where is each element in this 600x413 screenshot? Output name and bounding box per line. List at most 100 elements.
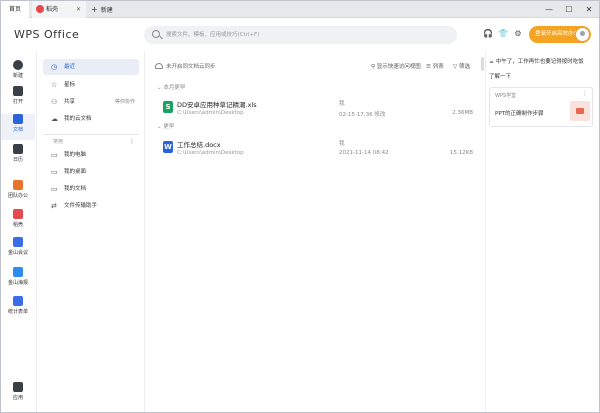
more-icon[interactable]: ⋮ — [127, 137, 137, 147]
rail-item-meeting[interactable]: 金山会议 — [1, 237, 35, 263]
tab-home-label: 首页 — [8, 6, 21, 13]
file-row[interactable]: W 工作总结.docx C:\Users\admin\Desktop 我 202… — [163, 139, 473, 165]
nav-divider-vertical — [144, 51, 145, 412]
nav-item-transfer[interactable]: ⇄ 文件传输助手 — [43, 198, 139, 214]
cloud-icon — [155, 63, 163, 69]
poster-icon — [13, 267, 23, 277]
close-button[interactable]: ✕ — [581, 1, 597, 18]
nav-section-common[interactable]: 常用 — [43, 138, 63, 145]
coffee-icon: ☕ — [489, 59, 494, 65]
rail-item-team[interactable]: 团队办公 — [1, 180, 35, 206]
skin-icon[interactable]: 👕 — [498, 29, 508, 39]
rail-item-calendar[interactable]: 日历 — [1, 144, 35, 170]
rail-label: 团队办公 — [7, 193, 28, 199]
section-title: 本月更早 — [163, 85, 186, 91]
nav-label: 我的桌面 — [64, 169, 87, 175]
cloud-sync-notice[interactable]: 未开启同文档云同步 — [155, 62, 216, 70]
chevron-down-icon: ⌄ — [157, 85, 162, 91]
file-owner: 我 — [339, 101, 345, 107]
vip-login-label: 登录开启高效办公 — [535, 31, 580, 37]
nav-item-recent[interactable]: ◷ 最近 — [43, 59, 139, 75]
form-icon — [13, 296, 23, 306]
nav-extra: 等你协作 — [114, 99, 135, 105]
video-thumbnail-icon — [570, 101, 590, 121]
desktop-icon: ▭ — [51, 168, 58, 176]
file-owner: 我 — [339, 141, 345, 147]
rail-label: 金山会议 — [7, 250, 28, 256]
nav-label: 我的云文档 — [64, 116, 92, 122]
rail-label: 应用 — [12, 395, 23, 401]
list-view-button[interactable]: ☰ 列表 — [426, 62, 444, 70]
apps-icon — [13, 382, 23, 392]
nav-label: 星标 — [64, 82, 76, 88]
nav-item-desktop[interactable]: ▭ 我的桌面 — [43, 164, 139, 180]
tab-docer-label: 稻壳 — [46, 6, 59, 13]
docer-icon — [13, 209, 23, 219]
search-input[interactable]: 搜索文件、模板、应用或技巧(Ctrl+F) — [144, 26, 457, 44]
nav-label: 共享 — [64, 99, 76, 105]
search-placeholder: 搜索文件、模板、应用或技巧(Ctrl+F) — [166, 32, 260, 38]
rail-item-docer[interactable]: 稻壳 — [1, 209, 35, 235]
gear-icon[interactable]: ⚙ — [513, 29, 523, 39]
rail-item-form[interactable]: 统计表单 — [1, 296, 35, 322]
section-header-earlier[interactable]: ⌄ 更早 — [157, 122, 174, 130]
scrollbar[interactable] — [481, 57, 484, 71]
rail-item-poster[interactable]: 金山海报 — [1, 267, 35, 293]
nav-item-starred[interactable]: ☆ 星标 — [43, 77, 139, 93]
rail-label: 新建 — [12, 73, 23, 79]
file-row[interactable]: S DD安卓应用种草记精潮.xls C:\Users\admin\Desktop… — [163, 99, 473, 125]
maximize-button[interactable]: ☐ — [561, 1, 577, 18]
docer-icon — [36, 5, 44, 13]
team-icon — [13, 180, 23, 190]
file-name: 工作总结.docx — [177, 141, 221, 149]
headset-icon[interactable]: 🎧 — [483, 29, 493, 39]
nav-item-my-computer[interactable]: ▭ 我的电脑 — [43, 147, 139, 163]
cloud-icon: ☁ — [51, 115, 58, 123]
more-icon[interactable]: ⋮ — [582, 90, 588, 97]
share-icon: ⚇ — [51, 98, 58, 106]
section-title: 常用 — [53, 139, 64, 145]
computer-icon: ▭ — [51, 151, 58, 159]
calendar-icon — [13, 144, 23, 154]
rail-label: 金山海报 — [7, 280, 28, 286]
quick-access-toggle[interactable]: ⚲ 显示快速访问视图 — [371, 62, 421, 70]
tab-docer[interactable]: 稻壳 ✕ — [32, 1, 86, 18]
pin-icon: ⚲ — [371, 64, 376, 70]
file-size: 2.36MB — [452, 110, 473, 116]
vip-login-button[interactable]: 登录开启高效办公 — [529, 26, 591, 43]
rail-label: 打开 — [12, 99, 23, 105]
tab-home[interactable]: 首页 — [1, 1, 29, 18]
folder-icon — [13, 86, 23, 96]
rail-item-new[interactable]: 新建 — [1, 60, 35, 86]
rail-item-open[interactable]: 打开 — [1, 86, 35, 112]
file-name: DD安卓应用种草记精潮.xls — [177, 101, 257, 109]
writer-icon: W — [163, 141, 173, 153]
cloud-sync-text: 未开启同文档云同步 — [166, 64, 216, 70]
rail-item-docs[interactable]: 文档 — [1, 114, 35, 140]
rail-item-apps[interactable]: 应用 — [1, 382, 35, 408]
section-header-this-month[interactable]: ⌄ 本月更早 — [157, 83, 185, 91]
spreadsheet-icon: S — [163, 101, 173, 113]
avatar[interactable] — [575, 27, 590, 42]
learn-more-link[interactable]: 了解一下 — [489, 72, 511, 80]
file-path: C:\Users\admin\Desktop — [177, 110, 244, 116]
filter-button[interactable]: ▽ 筛选 — [453, 62, 470, 70]
rail-label: 统计表单 — [7, 309, 28, 315]
nav-item-cloud[interactable]: ☁ 我的云文档 — [43, 111, 139, 127]
rail-label: 日历 — [12, 157, 23, 163]
academy-card[interactable]: WPS学堂 ⋮ PPT的正确制作步骤 — [489, 87, 593, 127]
tab-new[interactable]: + 新建 — [91, 1, 131, 18]
nav-label: 我的文档 — [64, 186, 87, 192]
minimize-button[interactable]: — — [541, 1, 557, 18]
close-tab-icon[interactable]: ✕ — [76, 1, 81, 18]
chevron-down-icon: ⌄ — [157, 124, 162, 130]
nav-label: 我的电脑 — [64, 152, 87, 158]
filter-icon: ▽ — [453, 64, 458, 70]
nav-item-shared[interactable]: ⚇ 共享 等你协作 — [43, 94, 139, 110]
quick-access-label: 显示快速访问视图 — [376, 64, 421, 70]
greeting-text: ☕ 中午了，工作再忙也要记得按时吃饭 — [489, 57, 584, 65]
nav-item-my-documents[interactable]: ▭ 我的文档 — [43, 181, 139, 197]
right-panel-divider — [485, 51, 486, 412]
rail-label: 稻壳 — [12, 222, 23, 228]
title-bar: 首页 稻壳 ✕ + 新建 — ☐ ✕ — [1, 1, 599, 18]
